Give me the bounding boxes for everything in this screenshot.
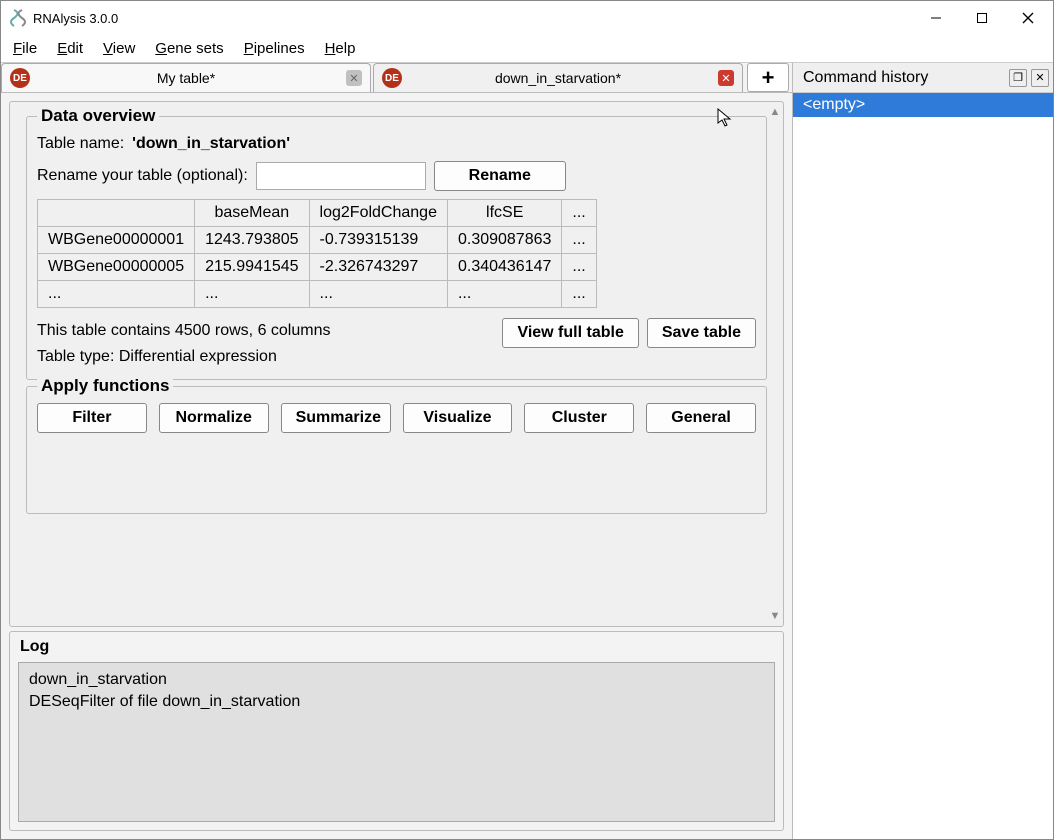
table-cell: 215.9941545 xyxy=(195,254,309,281)
tab-down-in-starvation[interactable]: DE down_in_starvation* ✕ xyxy=(373,63,743,92)
tab-badge-de-icon: DE xyxy=(10,68,30,88)
table-cell: WBGene00000001 xyxy=(38,227,195,254)
log-box[interactable]: down_in_starvation DESeqFilter of file d… xyxy=(18,662,775,822)
table-cell: 0.309087863 xyxy=(447,227,561,254)
tab-label: My table* xyxy=(157,70,215,86)
table-cell: -2.326743297 xyxy=(309,254,447,281)
tab-badge-de-icon: DE xyxy=(382,68,402,88)
log-line: DESeqFilter of file down_in_starvation xyxy=(29,691,764,713)
rename-label: Rename your table (optional): xyxy=(37,167,248,185)
titlebar: RNAlysis 3.0.0 xyxy=(1,1,1053,35)
table-cell: WBGene00000005 xyxy=(38,254,195,281)
rename-input[interactable] xyxy=(256,162,426,190)
table-preview: baseMeanlog2FoldChangelfcSE... WBGene000… xyxy=(37,199,597,308)
tabbar: DE My table* ✕ DE down_in_starvation* ✕ … xyxy=(1,63,792,93)
rename-button[interactable]: Rename xyxy=(434,161,566,191)
normalize-button[interactable]: Normalize xyxy=(159,403,269,433)
apply-functions-group: Apply functions FilterNormalizeSummarize… xyxy=(26,386,767,514)
table-cell: -0.739315139 xyxy=(309,227,447,254)
table-cell: ... xyxy=(562,227,596,254)
table-cell: 1243.793805 xyxy=(195,227,309,254)
dock-icon[interactable]: ❐ xyxy=(1009,69,1027,87)
group-title: Apply functions xyxy=(37,376,173,396)
log-line: down_in_starvation xyxy=(29,669,764,691)
data-overview-group: Data overview Table name: 'down_in_starv… xyxy=(26,116,767,380)
log-title: Log xyxy=(18,636,775,662)
minimize-button[interactable] xyxy=(913,3,959,33)
maximize-button[interactable] xyxy=(959,3,1005,33)
close-icon[interactable]: ✕ xyxy=(1031,69,1049,87)
table-header: baseMean xyxy=(195,200,309,227)
save-table-button[interactable]: Save table xyxy=(647,318,756,348)
close-button[interactable] xyxy=(1005,3,1051,33)
table-row: WBGene000000011243.793805-0.7393151390.3… xyxy=(38,227,597,254)
table-row: WBGene00000005215.9941545-2.3267432970.3… xyxy=(38,254,597,281)
scrollbar[interactable]: ▲▼ xyxy=(767,106,783,622)
visualize-button[interactable]: Visualize xyxy=(403,403,513,433)
summarize-button[interactable]: Summarize xyxy=(281,403,391,433)
table-header xyxy=(38,200,195,227)
menubar: File Edit View Gene sets Pipelines Help xyxy=(1,35,1053,63)
general-button[interactable]: General xyxy=(646,403,756,433)
table-cell: ... xyxy=(447,281,561,308)
table-cell: ... xyxy=(38,281,195,308)
cursor-icon xyxy=(717,108,733,128)
rows-info: This table contains 4500 rows, 6 columns xyxy=(37,318,330,344)
command-history-title: Command history xyxy=(803,69,928,87)
tab-close-icon[interactable]: ✕ xyxy=(346,70,362,86)
menu-help[interactable]: Help xyxy=(325,40,356,57)
table-name-value: 'down_in_starvation' xyxy=(132,135,290,153)
view-full-table-button[interactable]: View full table xyxy=(502,318,638,348)
app-icon xyxy=(9,9,27,27)
command-history-item[interactable]: <empty> xyxy=(793,93,1053,117)
new-tab-button[interactable]: + xyxy=(747,63,789,92)
window-title: RNAlysis 3.0.0 xyxy=(33,11,118,26)
table-header: lfcSE xyxy=(447,200,561,227)
menu-edit[interactable]: Edit xyxy=(57,40,83,57)
plus-icon: + xyxy=(762,65,775,91)
tab-my-table[interactable]: DE My table* ✕ xyxy=(1,63,371,92)
command-history-panel: Command history ❐ ✕ <empty> xyxy=(793,63,1053,839)
table-header: log2FoldChange xyxy=(309,200,447,227)
tab-close-icon[interactable]: ✕ xyxy=(718,70,734,86)
table-row: ............... xyxy=(38,281,597,308)
filter-button[interactable]: Filter xyxy=(37,403,147,433)
menu-view[interactable]: View xyxy=(103,40,135,57)
table-cell: 0.340436147 xyxy=(447,254,561,281)
tab-label: down_in_starvation* xyxy=(495,70,621,86)
table-header: ... xyxy=(562,200,596,227)
group-title: Data overview xyxy=(37,106,159,126)
table-cell: ... xyxy=(562,254,596,281)
log-section: Log down_in_starvation DESeqFilter of fi… xyxy=(9,631,784,831)
menu-gene-sets[interactable]: Gene sets xyxy=(155,40,223,57)
cluster-button[interactable]: Cluster xyxy=(524,403,634,433)
table-cell: ... xyxy=(562,281,596,308)
menu-pipelines[interactable]: Pipelines xyxy=(244,40,305,57)
menu-file[interactable]: File xyxy=(13,40,37,57)
type-info: Table type: Differential expression xyxy=(37,344,330,370)
table-cell: ... xyxy=(309,281,447,308)
table-cell: ... xyxy=(195,281,309,308)
table-name-label: Table name: xyxy=(37,135,124,153)
